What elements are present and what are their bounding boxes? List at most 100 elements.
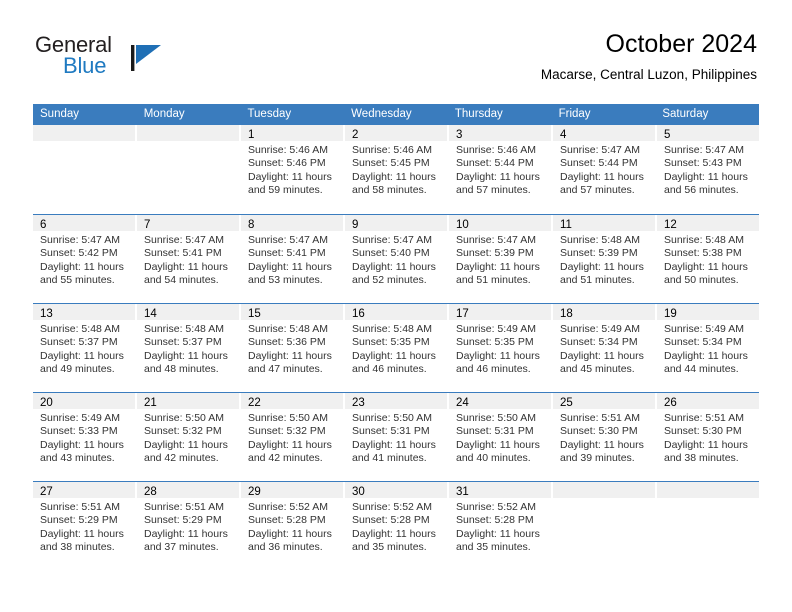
day-number-band: 21 — [137, 393, 239, 409]
day-number: 21 — [144, 397, 157, 409]
calendar-day-cell[interactable]: 17 Sunrise: 5:49 AM Sunset: 5:35 PM Dayligh… — [449, 304, 553, 392]
day-sun-info: Sunrise: 5:48 AM Sunset: 5:38 PM Daylight:… — [657, 231, 759, 288]
calendar-day-cell[interactable]: 20 Sunrise: 5:49 AM Sunset: 5:33 PM Dayligh… — [33, 393, 137, 481]
daylight-duration-line1: Daylight: 11 hours — [664, 170, 748, 183]
day-sun-info: Sunrise: 5:48 AM Sunset: 5:35 PM Daylight:… — [345, 320, 447, 377]
calendar-day-cell[interactable]: 13 Sunrise: 5:48 AM Sunset: 5:37 PM Dayligh… — [33, 304, 137, 392]
day-number: 17 — [456, 308, 469, 320]
daylight-duration-line2: and 52 minutes. — [352, 274, 427, 287]
daylight-duration-line2: and 48 minutes. — [144, 363, 219, 376]
day-number: 4 — [560, 129, 567, 141]
weekday-header-saturday: Saturday — [662, 108, 709, 120]
sunrise-time: Sunrise: 5:46 AM — [248, 144, 328, 156]
day-sun-info: Sunrise: 5:47 AM Sunset: 5:42 PM Daylight:… — [33, 231, 135, 288]
calendar-day-cell[interactable]: 1 Sunrise: 5:46 AM Sunset: 5:46 PM Daylight… — [241, 125, 345, 214]
daylight-duration-line1: Daylight: 11 hours — [352, 438, 436, 451]
calendar-day-cell[interactable]: 28 Sunrise: 5:51 AM Sunset: 5:29 PM Dayligh… — [137, 482, 241, 570]
page-header: General Blue October 2024 Macarse, Centr… — [35, 28, 757, 98]
day-sun-info: Sunrise: 5:50 AM Sunset: 5:32 PM Daylight:… — [241, 409, 343, 466]
calendar-day-cell[interactable]: 4 Sunrise: 5:47 AM Sunset: 5:44 PM Daylight… — [553, 125, 657, 214]
sunset-time: Sunset: 5:41 PM — [144, 247, 222, 260]
sunset-time: Sunset: 5:44 PM — [560, 157, 638, 170]
calendar-day-cell[interactable]: 18 Sunrise: 5:49 AM Sunset: 5:34 PM Dayligh… — [553, 304, 657, 392]
calendar-day-cell[interactable]: 26 Sunrise: 5:51 AM Sunset: 5:30 PM Dayligh… — [657, 393, 759, 481]
day-number: 31 — [456, 486, 469, 498]
day-sun-info: Sunrise: 5:48 AM Sunset: 5:36 PM Daylight:… — [241, 320, 343, 377]
page-subtitle: Macarse, Central Luzon, Philippines — [540, 67, 757, 82]
sunrise-time: Sunrise: 5:50 AM — [144, 412, 224, 424]
calendar-day-cell[interactable]: 6 Sunrise: 5:47 AM Sunset: 5:42 PM Daylight… — [33, 215, 137, 303]
day-sun-info: Sunrise: 5:50 AM Sunset: 5:31 PM Daylight:… — [345, 409, 447, 466]
calendar-day-cell[interactable]: 14 Sunrise: 5:48 AM Sunset: 5:37 PM Dayligh… — [137, 304, 241, 392]
daylight-duration-line2: and 59 minutes. — [248, 184, 323, 197]
calendar-day-cell[interactable]: 12 Sunrise: 5:48 AM Sunset: 5:38 PM Dayligh… — [657, 215, 759, 303]
daylight-duration-line1: Daylight: 11 hours — [248, 349, 332, 362]
sunset-time: Sunset: 5:37 PM — [40, 336, 118, 349]
calendar-week-row: 1 Sunrise: 5:46 AM Sunset: 5:46 PM Daylight… — [33, 125, 759, 214]
day-number-band: 28 — [137, 482, 239, 498]
day-number: 14 — [144, 308, 157, 320]
daylight-duration-line2: and 55 minutes. — [40, 274, 115, 287]
daylight-duration-line2: and 46 minutes. — [352, 363, 427, 376]
day-number: 30 — [352, 486, 365, 498]
calendar-day-cell[interactable]: 22 Sunrise: 5:50 AM Sunset: 5:32 PM Dayligh… — [241, 393, 345, 481]
calendar-day-cell[interactable]: 27 Sunrise: 5:51 AM Sunset: 5:29 PM Dayligh… — [33, 482, 137, 570]
sunset-time: Sunset: 5:32 PM — [248, 425, 326, 438]
day-number-band: 4 — [553, 125, 655, 141]
daylight-duration-line2: and 50 minutes. — [664, 274, 739, 287]
calendar-day-cell[interactable]: 15 Sunrise: 5:48 AM Sunset: 5:36 PM Dayligh… — [241, 304, 345, 392]
day-number-band: 3 — [449, 125, 551, 141]
weekday-header-tuesday: Tuesday — [247, 108, 292, 120]
calendar-day-cell[interactable]: 25 Sunrise: 5:51 AM Sunset: 5:30 PM Dayligh… — [553, 393, 657, 481]
sunset-time: Sunset: 5:39 PM — [560, 247, 638, 260]
day-number: 8 — [248, 219, 255, 231]
daylight-duration-line2: and 36 minutes. — [248, 541, 323, 554]
day-sun-info: Sunrise: 5:49 AM Sunset: 5:35 PM Daylight:… — [449, 320, 551, 377]
day-number: 22 — [248, 397, 261, 409]
daylight-duration-line1: Daylight: 11 hours — [248, 170, 332, 183]
daylight-duration-line1: Daylight: 11 hours — [456, 527, 540, 540]
day-number: 2 — [352, 129, 359, 141]
day-number: 5 — [664, 129, 671, 141]
calendar-day-cell-empty — [553, 482, 657, 570]
calendar-day-cell[interactable]: 29 Sunrise: 5:52 AM Sunset: 5:28 PM Dayligh… — [241, 482, 345, 570]
calendar-day-cell[interactable]: 8 Sunrise: 5:47 AM Sunset: 5:41 PM Daylight… — [241, 215, 345, 303]
day-sun-info: Sunrise: 5:51 AM Sunset: 5:30 PM Daylight:… — [657, 409, 759, 466]
sunrise-time: Sunrise: 5:47 AM — [40, 234, 120, 246]
calendar-day-cell[interactable]: 16 Sunrise: 5:48 AM Sunset: 5:35 PM Dayligh… — [345, 304, 449, 392]
calendar-day-cell[interactable]: 11 Sunrise: 5:48 AM Sunset: 5:39 PM Dayligh… — [553, 215, 657, 303]
day-number-band: 25 — [553, 393, 655, 409]
day-number-band — [33, 125, 135, 141]
calendar-day-cell[interactable]: 9 Sunrise: 5:47 AM Sunset: 5:40 PM Daylight… — [345, 215, 449, 303]
day-number-band — [137, 125, 239, 141]
calendar-day-cell[interactable]: 5 Sunrise: 5:47 AM Sunset: 5:43 PM Daylight… — [657, 125, 759, 214]
sunset-time: Sunset: 5:35 PM — [456, 336, 534, 349]
day-sun-info: Sunrise: 5:49 AM Sunset: 5:33 PM Daylight:… — [33, 409, 135, 466]
sunset-time: Sunset: 5:42 PM — [40, 247, 118, 260]
sunset-time: Sunset: 5:33 PM — [40, 425, 118, 438]
calendar-week-row: 6 Sunrise: 5:47 AM Sunset: 5:42 PM Daylight… — [33, 214, 759, 303]
calendar-day-cell[interactable]: 2 Sunrise: 5:46 AM Sunset: 5:45 PM Daylight… — [345, 125, 449, 214]
calendar-day-cell[interactable]: 10 Sunrise: 5:47 AM Sunset: 5:39 PM Dayligh… — [449, 215, 553, 303]
day-number: 18 — [560, 308, 573, 320]
daylight-duration-line1: Daylight: 11 hours — [40, 438, 124, 451]
day-sun-info: Sunrise: 5:49 AM Sunset: 5:34 PM Daylight:… — [553, 320, 655, 377]
calendar-day-cell[interactable]: 7 Sunrise: 5:47 AM Sunset: 5:41 PM Daylight… — [137, 215, 241, 303]
day-number-band: 24 — [449, 393, 551, 409]
daylight-duration-line1: Daylight: 11 hours — [456, 438, 540, 451]
sunset-time: Sunset: 5:34 PM — [664, 336, 742, 349]
calendar-day-cell[interactable]: 31 Sunrise: 5:52 AM Sunset: 5:28 PM Dayligh… — [449, 482, 553, 570]
calendar-day-cell[interactable]: 24 Sunrise: 5:50 AM Sunset: 5:31 PM Dayligh… — [449, 393, 553, 481]
calendar-day-cell[interactable]: 30 Sunrise: 5:52 AM Sunset: 5:28 PM Dayligh… — [345, 482, 449, 570]
daylight-duration-line2: and 38 minutes. — [664, 452, 739, 465]
calendar-day-cell[interactable]: 19 Sunrise: 5:49 AM Sunset: 5:34 PM Dayligh… — [657, 304, 759, 392]
brand-logo[interactable]: General Blue — [35, 32, 265, 92]
calendar-day-cell[interactable]: 21 Sunrise: 5:50 AM Sunset: 5:32 PM Dayligh… — [137, 393, 241, 481]
calendar-day-cell[interactable]: 3 Sunrise: 5:46 AM Sunset: 5:44 PM Daylight… — [449, 125, 553, 214]
sunrise-time: Sunrise: 5:50 AM — [352, 412, 432, 424]
day-number: 3 — [456, 129, 463, 141]
sunset-time: Sunset: 5:28 PM — [352, 514, 430, 527]
day-sun-info: Sunrise: 5:47 AM Sunset: 5:41 PM Daylight:… — [137, 231, 239, 288]
day-sun-info: Sunrise: 5:46 AM Sunset: 5:46 PM Daylight:… — [241, 141, 343, 198]
calendar-day-cell[interactable]: 23 Sunrise: 5:50 AM Sunset: 5:31 PM Dayligh… — [345, 393, 449, 481]
